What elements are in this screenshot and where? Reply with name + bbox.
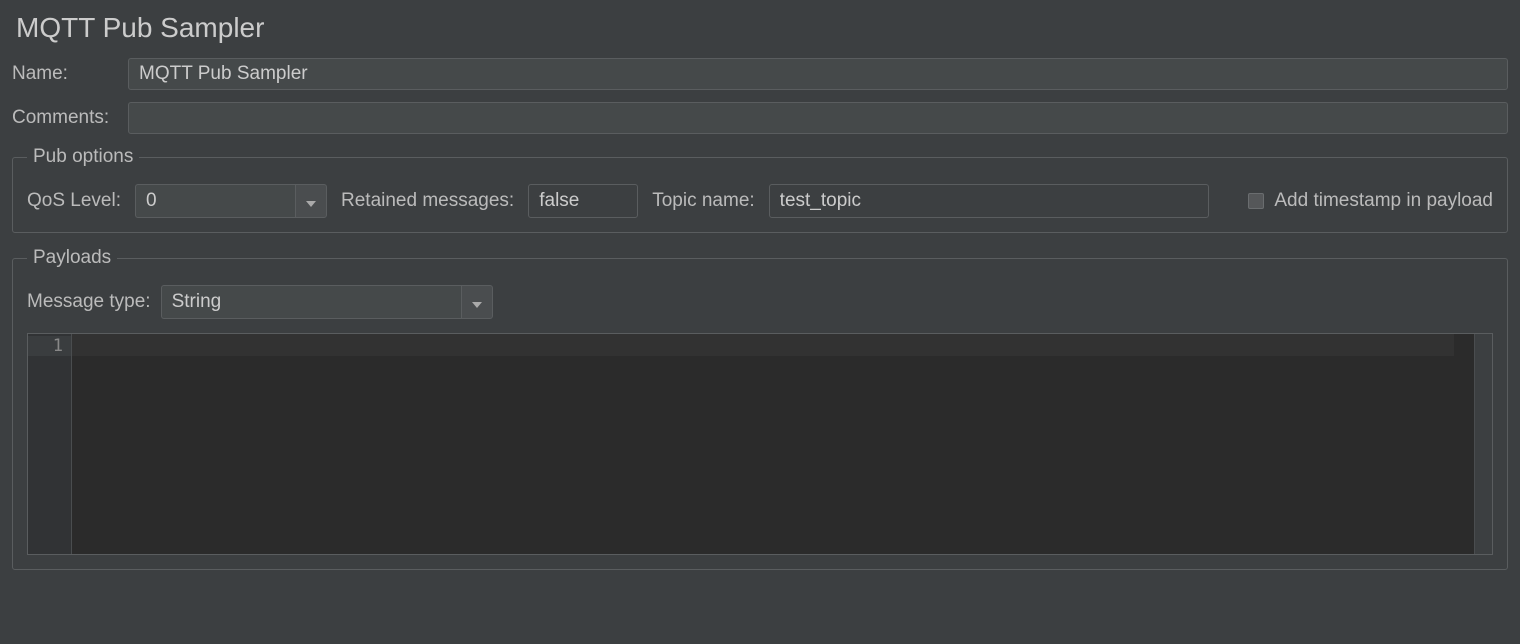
editor-scrollbar[interactable] xyxy=(1474,334,1492,554)
qos-combo[interactable] xyxy=(135,184,327,218)
message-type-label: Message type: xyxy=(27,291,151,313)
qos-value[interactable] xyxy=(135,184,295,218)
page-title: MQTT Pub Sampler xyxy=(16,12,1508,44)
qos-label: QoS Level: xyxy=(27,190,121,212)
message-type-dropdown-button[interactable] xyxy=(461,285,493,319)
payloads-legend: Payloads xyxy=(27,247,117,269)
message-type-value[interactable] xyxy=(161,285,461,319)
comments-label: Comments: xyxy=(12,107,128,129)
topic-label: Topic name: xyxy=(652,190,754,212)
qos-dropdown-button[interactable] xyxy=(295,184,327,218)
line-number: 1 xyxy=(28,336,71,356)
payloads-group: Payloads Message type: 1 xyxy=(12,247,1508,570)
editor-text-area[interactable] xyxy=(72,334,1474,554)
editor-gutter: 1 xyxy=(28,334,72,554)
active-line-highlight xyxy=(72,334,1454,356)
message-type-combo[interactable] xyxy=(161,285,493,319)
chevron-down-icon xyxy=(306,191,316,212)
payload-editor[interactable]: 1 xyxy=(27,333,1493,555)
comments-input[interactable] xyxy=(128,102,1508,134)
timestamp-label: Add timestamp in payload xyxy=(1274,190,1493,212)
retained-input[interactable] xyxy=(528,184,638,218)
pub-options-legend: Pub options xyxy=(27,146,139,168)
chevron-down-icon xyxy=(472,292,482,313)
timestamp-checkbox[interactable] xyxy=(1248,193,1264,209)
retained-label: Retained messages: xyxy=(341,190,514,212)
name-label: Name: xyxy=(12,63,128,85)
topic-input[interactable] xyxy=(769,184,1209,218)
pub-options-group: Pub options QoS Level: Retained messages… xyxy=(12,146,1508,233)
name-input[interactable] xyxy=(128,58,1508,90)
